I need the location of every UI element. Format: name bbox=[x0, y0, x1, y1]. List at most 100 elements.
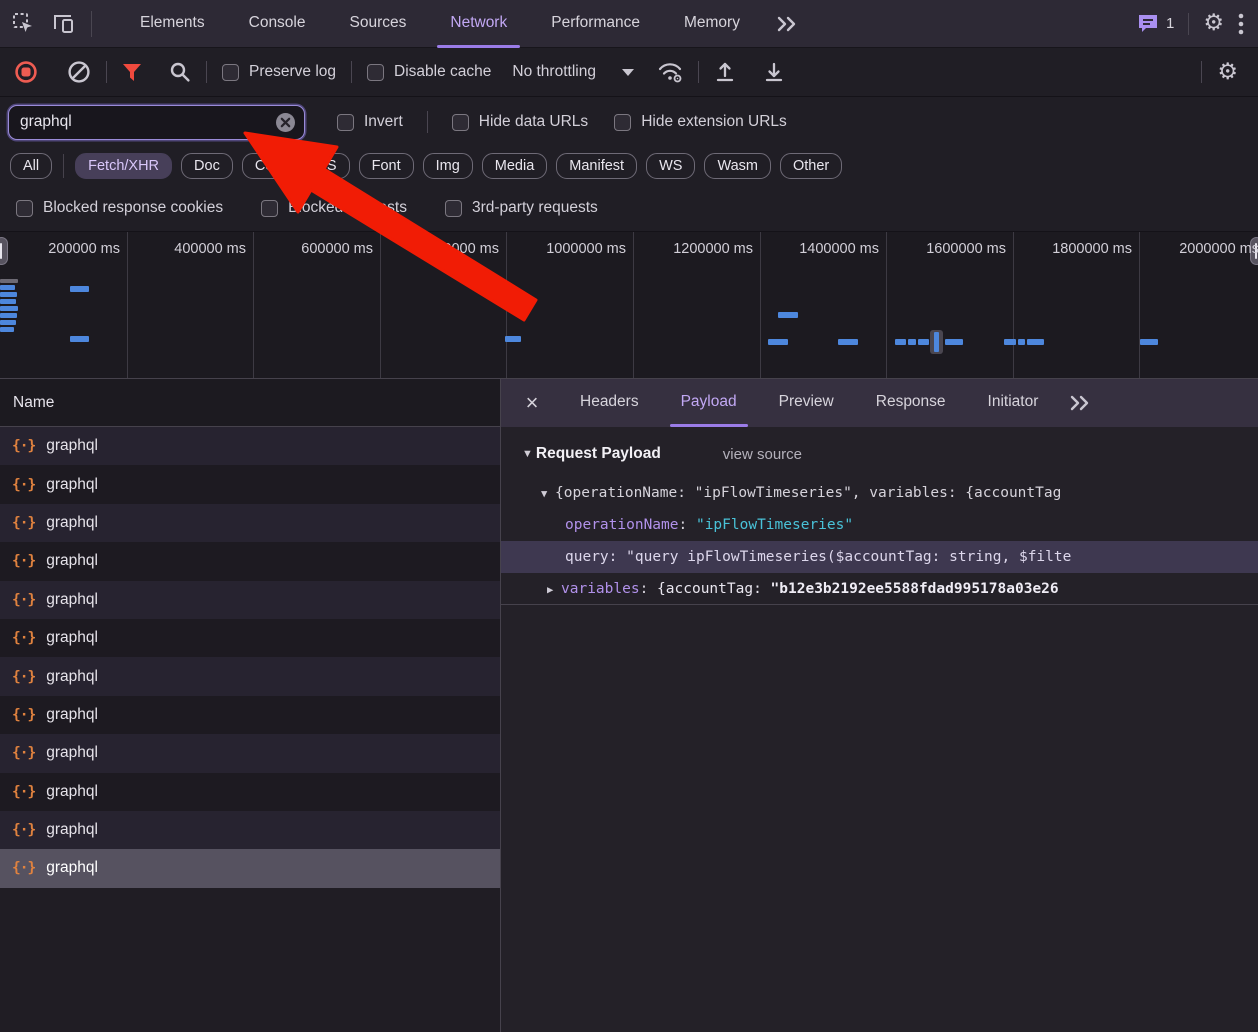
expand-caret-icon[interactable]: ▼ bbox=[541, 478, 555, 509]
timeline-request-bar[interactable] bbox=[0, 327, 14, 332]
blocked-response-cookies-checkbox[interactable] bbox=[16, 199, 33, 217]
network-conditions-icon[interactable] bbox=[657, 61, 683, 83]
filter-chip-manifest[interactable]: Manifest bbox=[556, 153, 638, 179]
hide-data-urls-checkbox[interactable] bbox=[451, 113, 469, 131]
detail-tab-headers[interactable]: Headers bbox=[559, 379, 660, 427]
timeline-request-bar[interactable] bbox=[0, 299, 16, 304]
timeline-request-bar[interactable] bbox=[1004, 339, 1016, 345]
timeline-request-bar[interactable] bbox=[778, 312, 798, 318]
detail-tab-initiator[interactable]: Initiator bbox=[967, 379, 1060, 427]
more-panels-chevron-icon[interactable] bbox=[776, 16, 798, 32]
filter-chip-css[interactable]: CSS bbox=[241, 153, 298, 179]
timeline-request-bar[interactable] bbox=[838, 339, 858, 345]
timeline-request-bar[interactable] bbox=[70, 336, 89, 342]
detail-tab-payload[interactable]: Payload bbox=[660, 379, 758, 427]
timeline-request-bar[interactable] bbox=[908, 339, 916, 345]
timeline-request-bar[interactable] bbox=[0, 320, 16, 325]
timeline-request-bar[interactable] bbox=[0, 285, 15, 290]
more-detail-tabs-chevron-icon[interactable] bbox=[1069, 395, 1091, 411]
search-icon[interactable] bbox=[169, 61, 191, 83]
blocked-requests-checkbox[interactable] bbox=[261, 199, 279, 217]
timeline-request-bar[interactable] bbox=[505, 336, 521, 342]
timeline-request-bar[interactable] bbox=[0, 306, 18, 311]
kebab-menu-icon[interactable] bbox=[1238, 13, 1244, 35]
third-party-requests-checkbox[interactable] bbox=[444, 199, 462, 217]
record-icon[interactable] bbox=[14, 60, 38, 84]
timeline-request-bar[interactable] bbox=[945, 339, 963, 345]
timeline-request-bar[interactable] bbox=[1027, 339, 1044, 345]
request-row[interactable]: {·} graphql bbox=[0, 657, 500, 696]
request-row[interactable]: {·} graphql bbox=[0, 695, 500, 735]
filter-chip-doc[interactable]: Doc bbox=[181, 153, 233, 179]
timeline-request-bar[interactable] bbox=[0, 292, 17, 297]
request-row[interactable]: {·} graphql bbox=[0, 618, 500, 658]
request-row[interactable]: {·} graphql bbox=[0, 427, 500, 466]
filter-funnel-icon[interactable] bbox=[122, 63, 142, 82]
network-settings-gear-icon[interactable]: ⚙ bbox=[1217, 60, 1238, 84]
request-name: graphql bbox=[46, 705, 98, 723]
disable-cache-checkbox[interactable] bbox=[367, 63, 385, 81]
invert-checkbox[interactable] bbox=[337, 113, 354, 131]
filter-chip-js[interactable]: JS bbox=[306, 153, 350, 179]
tab-memory[interactable]: Memory bbox=[662, 0, 762, 48]
timeline-request-bar[interactable] bbox=[895, 339, 906, 345]
inspect-element-icon[interactable] bbox=[12, 12, 35, 35]
request-row[interactable]: {·} graphql bbox=[0, 849, 500, 888]
devtools-tab-bar: Elements Console Sources Network Performance… bbox=[0, 0, 1258, 48]
payload-empty-area bbox=[501, 605, 1258, 1032]
timeline-request-bar[interactable] bbox=[70, 286, 89, 292]
filter-chip-img[interactable]: Img bbox=[422, 153, 473, 179]
tab-console[interactable]: Console bbox=[227, 0, 328, 48]
tab-performance[interactable]: Performance bbox=[529, 0, 662, 48]
filter-chip-fetch-xhr[interactable]: Fetch/XHR bbox=[75, 153, 173, 179]
filter-chip-wasm[interactable]: Wasm bbox=[704, 153, 771, 179]
timeline-request-bar[interactable] bbox=[1140, 339, 1158, 345]
throttling-select[interactable]: No throttling bbox=[512, 63, 634, 81]
detail-tab-response[interactable]: Response bbox=[855, 379, 967, 427]
tab-elements[interactable]: Elements bbox=[118, 0, 227, 48]
name-column-header[interactable]: Name bbox=[0, 379, 500, 427]
request-row[interactable]: {·} graphql bbox=[0, 542, 500, 581]
detail-tab-preview[interactable]: Preview bbox=[758, 379, 855, 427]
settings-gear-icon[interactable]: ⚙ bbox=[1203, 12, 1224, 35]
request-row[interactable]: {·} graphql bbox=[0, 503, 500, 543]
timeline-tick-label: 600000 ms bbox=[301, 241, 373, 257]
payload-operation-name-row[interactable]: operationName: "ipFlowTimeseries" bbox=[501, 509, 1258, 541]
request-row[interactable]: {·} graphql bbox=[0, 734, 500, 773]
export-har-icon[interactable] bbox=[763, 61, 785, 83]
expand-caret-icon[interactable]: ▶ bbox=[547, 574, 561, 604]
hide-extension-urls-checkbox[interactable] bbox=[614, 113, 632, 131]
tab-network[interactable]: Network bbox=[428, 0, 529, 48]
collapse-caret-icon[interactable]: ▼ bbox=[522, 448, 533, 460]
filter-chip-other[interactable]: Other bbox=[780, 153, 843, 179]
filter-chip-ws[interactable]: WS bbox=[646, 153, 696, 179]
filter-chip-font[interactable]: Font bbox=[358, 153, 414, 179]
request-row[interactable]: {·} graphql bbox=[0, 580, 500, 619]
filter-chip-all[interactable]: All bbox=[10, 153, 53, 179]
timeline-request-bar[interactable] bbox=[768, 339, 788, 345]
view-source-link[interactable]: view source bbox=[723, 446, 802, 463]
preserve-log-checkbox[interactable] bbox=[222, 63, 239, 81]
chat-bubble-icon[interactable] bbox=[1136, 12, 1160, 35]
import-har-icon[interactable] bbox=[714, 61, 736, 83]
payload-object-preview[interactable]: ▼ {operationName: "ipFlowTimeseries", var… bbox=[501, 477, 1258, 509]
close-icon[interactable]: × bbox=[517, 392, 547, 414]
request-row[interactable]: {·} graphql bbox=[0, 465, 500, 504]
timeline-request-bar[interactable] bbox=[0, 313, 17, 318]
timeline-request-bar[interactable] bbox=[1018, 339, 1025, 345]
network-overview-timeline[interactable]: 200000 ms 400000 ms 600000 ms 800000 ms 1000… bbox=[0, 231, 1258, 379]
request-rows: {·} graphql {·} graphql {·} graphql {·} graphql… bbox=[0, 427, 500, 1032]
timeline-request-bar[interactable] bbox=[0, 279, 18, 283]
timeline-request-bar[interactable] bbox=[918, 339, 929, 345]
request-row[interactable]: {·} graphql bbox=[0, 772, 500, 811]
clear-network-log-icon[interactable] bbox=[67, 60, 91, 84]
tab-sources[interactable]: Sources bbox=[328, 0, 429, 48]
device-toolbar-icon[interactable] bbox=[51, 12, 75, 35]
request-row[interactable]: {·} graphql bbox=[0, 810, 500, 850]
payload-query-row[interactable]: query: "query ipFlowTimeseries($accountT… bbox=[501, 541, 1258, 573]
timeline-selected-request-marker[interactable] bbox=[930, 330, 943, 354]
filter-chip-media[interactable]: Media bbox=[481, 153, 548, 179]
payload-variables-row[interactable]: ▶ variables: {accountTag: "b12e3b2192ee55… bbox=[501, 573, 1258, 605]
clear-filter-icon[interactable] bbox=[275, 112, 296, 133]
filter-input[interactable]: graphql bbox=[8, 104, 305, 140]
